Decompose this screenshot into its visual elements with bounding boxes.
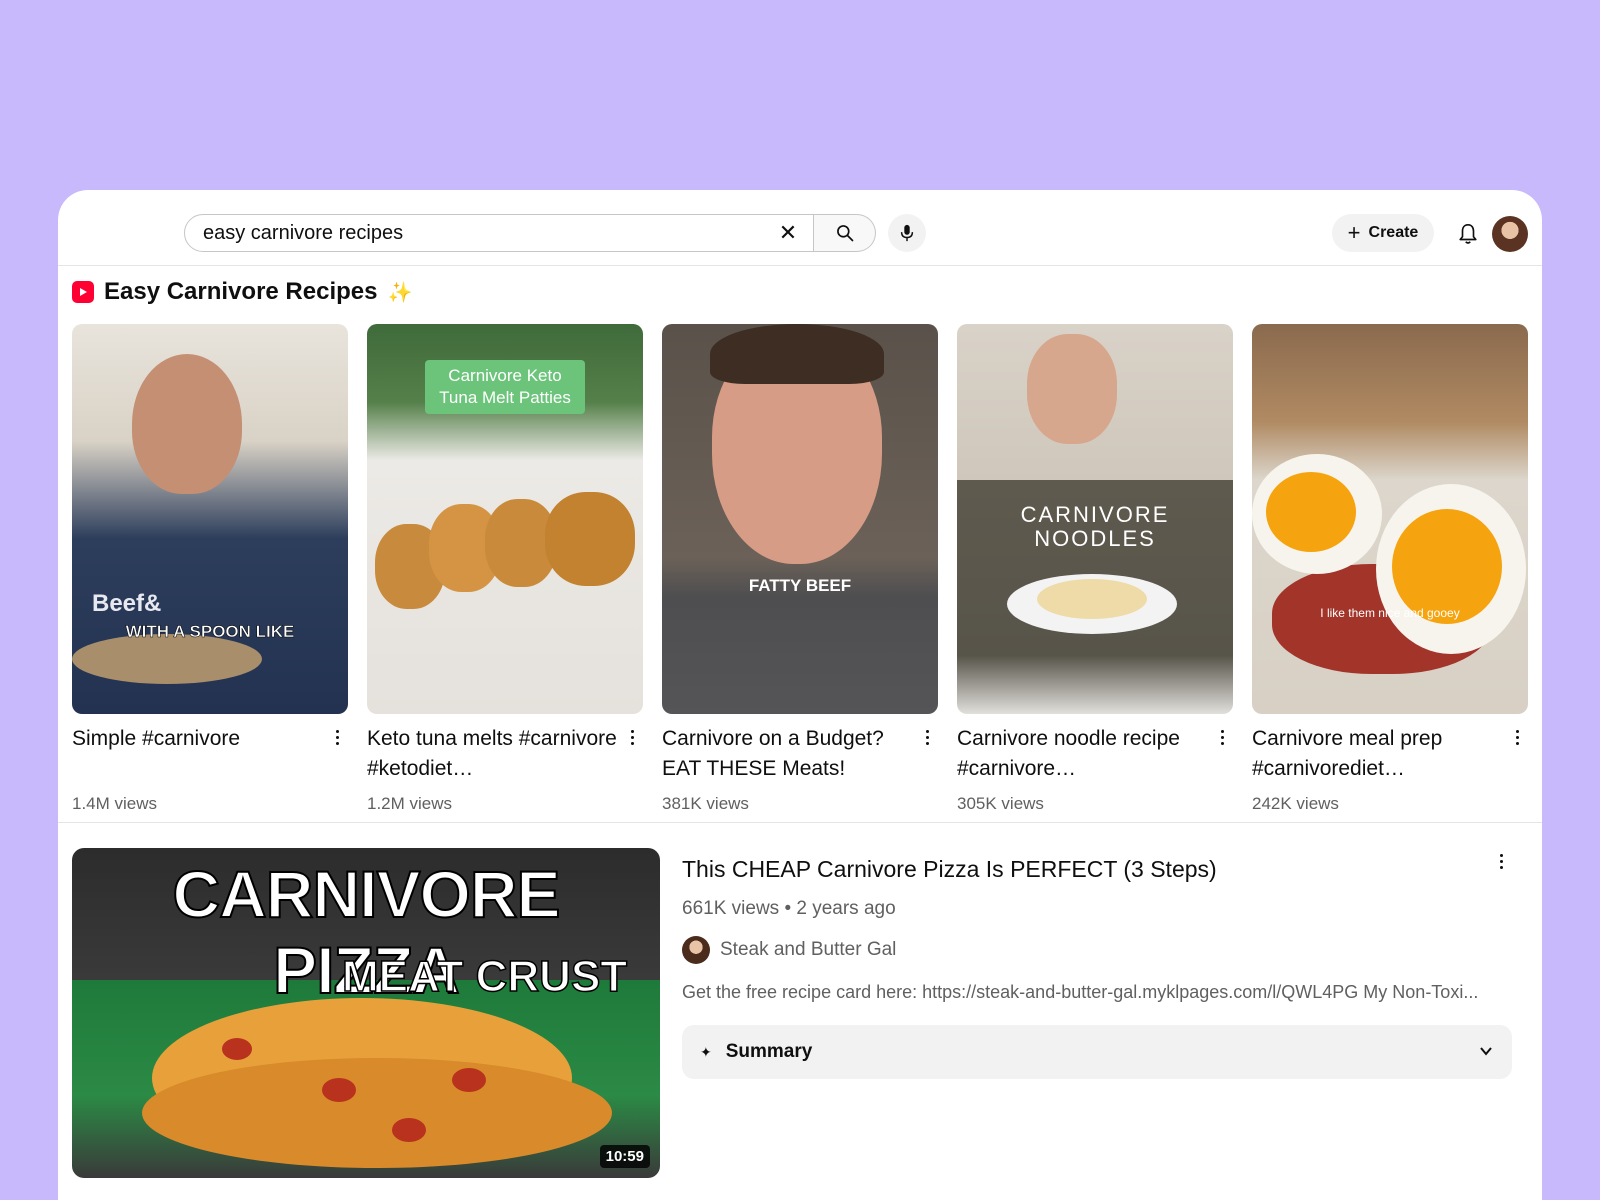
short-overlay-text: WITH A SPOON LIKE bbox=[125, 622, 295, 642]
short-overlay-text: FATTY BEEF bbox=[748, 576, 852, 595]
search-button[interactable] bbox=[814, 214, 876, 252]
short-title[interactable]: Simple #carnivore bbox=[72, 724, 348, 784]
create-label: Create bbox=[1368, 224, 1419, 241]
video-duration: 10:59 bbox=[599, 1145, 650, 1168]
search-icon bbox=[836, 225, 853, 242]
shorts-logo-icon bbox=[72, 281, 94, 303]
bell-icon bbox=[1459, 224, 1477, 244]
sparkle-icon: ✦ bbox=[700, 1043, 712, 1060]
person-face bbox=[1027, 334, 1117, 444]
shorts-shelf-title: Easy Carnivore Recipes ✨ bbox=[72, 278, 412, 306]
clear-search-icon[interactable]: ✕ bbox=[769, 214, 807, 252]
short-card[interactable]: I like them nice and gooey Carnivore mea… bbox=[1252, 324, 1528, 814]
video-meta: 661K views • 2 years ago bbox=[682, 898, 896, 919]
person-face bbox=[132, 354, 242, 494]
more-options-icon[interactable] bbox=[920, 724, 934, 750]
short-overlay-line2: Tuna Melt Patties bbox=[439, 388, 571, 407]
browser-window: easy carnivore recipes ✕ + Create Easy C… bbox=[58, 190, 1542, 1200]
chevron-down-icon bbox=[1480, 1047, 1492, 1056]
pepperoni bbox=[222, 1038, 252, 1060]
person-hair bbox=[710, 324, 884, 384]
pizza bbox=[142, 1058, 612, 1168]
short-title[interactable]: Carnivore noodle recipe #carnivore… bbox=[957, 724, 1233, 784]
short-thumbnail[interactable]: Carnivore Keto Tuna Melt Patties bbox=[367, 324, 643, 714]
voice-search-button[interactable] bbox=[888, 214, 926, 252]
short-card[interactable]: FATTY BEEF Carnivore on a Budget? EAT TH… bbox=[662, 324, 938, 814]
pepperoni bbox=[322, 1078, 356, 1102]
pepperoni bbox=[452, 1068, 486, 1092]
more-options-icon[interactable] bbox=[1510, 724, 1524, 750]
summary-button[interactable]: ✦ Summary bbox=[682, 1025, 1512, 1079]
short-title[interactable]: Carnivore meal prep #carnivorediet… bbox=[1252, 724, 1528, 784]
channel-row[interactable]: Steak and Butter Gal bbox=[682, 936, 1512, 964]
short-overlay-text: I like them nice and gooey bbox=[1320, 606, 1460, 620]
video-title[interactable]: This CHEAP Carnivore Pizza Is PERFECT (3… bbox=[682, 854, 1512, 884]
short-title[interactable]: Keto tuna melts #carnivore #ketodiet… bbox=[367, 724, 643, 784]
egg-yolk bbox=[1266, 472, 1356, 552]
short-thumbnail[interactable]: Beef& WITH A SPOON LIKE bbox=[72, 324, 348, 714]
patty bbox=[545, 492, 635, 586]
short-views: 242K views bbox=[1252, 794, 1339, 813]
create-button[interactable]: + Create bbox=[1332, 214, 1434, 252]
section-divider bbox=[58, 822, 1542, 823]
top-header: easy carnivore recipes ✕ + Create bbox=[58, 190, 1542, 266]
more-options-icon[interactable] bbox=[1215, 724, 1229, 750]
shelf-title-text: Easy Carnivore Recipes bbox=[104, 278, 378, 305]
video-description: Get the free recipe card here: https://s… bbox=[682, 982, 1479, 1002]
short-title[interactable]: Carnivore on a Budget? EAT THESE Meats! bbox=[662, 724, 938, 784]
microphone-icon bbox=[900, 224, 914, 242]
short-views: 1.2M views bbox=[367, 794, 453, 813]
short-overlay-line1: CARNIVORE bbox=[1020, 502, 1170, 527]
short-overlay-line2: NOODLES bbox=[1034, 526, 1156, 551]
sparkle-icon: ✨ bbox=[387, 281, 413, 304]
channel-name[interactable]: Steak and Butter Gal bbox=[720, 939, 896, 961]
short-thumbnail[interactable]: FATTY BEEF bbox=[662, 324, 938, 714]
short-thumbnail[interactable]: I like them nice and gooey bbox=[1252, 324, 1528, 714]
short-views: 381K views bbox=[662, 794, 749, 813]
short-views: 1.4M views bbox=[72, 794, 158, 813]
short-card[interactable]: Carnivore Keto Tuna Melt Patties Keto tu… bbox=[367, 324, 643, 814]
short-views: 305K views bbox=[957, 794, 1044, 813]
channel-avatar[interactable] bbox=[682, 936, 710, 964]
shirt-text: Beef& bbox=[92, 590, 162, 617]
plus-icon: + bbox=[1347, 220, 1361, 245]
notifications-button[interactable] bbox=[1450, 216, 1486, 252]
search-input[interactable]: easy carnivore recipes bbox=[185, 222, 769, 245]
video-info: This CHEAP Carnivore Pizza Is PERFECT (3… bbox=[682, 848, 1512, 1079]
more-options-icon[interactable] bbox=[1494, 848, 1508, 874]
short-card[interactable]: Beef& WITH A SPOON LIKE Simple #carnivor… bbox=[72, 324, 348, 814]
summary-label: Summary bbox=[725, 1041, 813, 1062]
more-options-icon[interactable] bbox=[330, 724, 344, 750]
pepperoni bbox=[392, 1118, 426, 1142]
thumbnail-subtitle-text: MEAT CRUST bbox=[341, 951, 628, 1002]
more-options-icon[interactable] bbox=[625, 724, 639, 750]
noodles bbox=[1037, 579, 1147, 619]
shorts-row: Beef& WITH A SPOON LIKE Simple #carnivor… bbox=[72, 324, 1528, 814]
short-overlay-line1: Carnivore Keto bbox=[448, 366, 562, 385]
account-avatar[interactable] bbox=[1492, 216, 1528, 252]
search-box[interactable]: easy carnivore recipes ✕ bbox=[184, 214, 814, 252]
video-thumbnail[interactable]: CARNIVORE PIZZA MEAT CRUST 10:59 bbox=[72, 848, 660, 1178]
short-thumbnail[interactable]: CARNIVORE NOODLES bbox=[957, 324, 1233, 714]
short-card[interactable]: CARNIVORE NOODLES Carnivore noodle recip… bbox=[957, 324, 1233, 814]
